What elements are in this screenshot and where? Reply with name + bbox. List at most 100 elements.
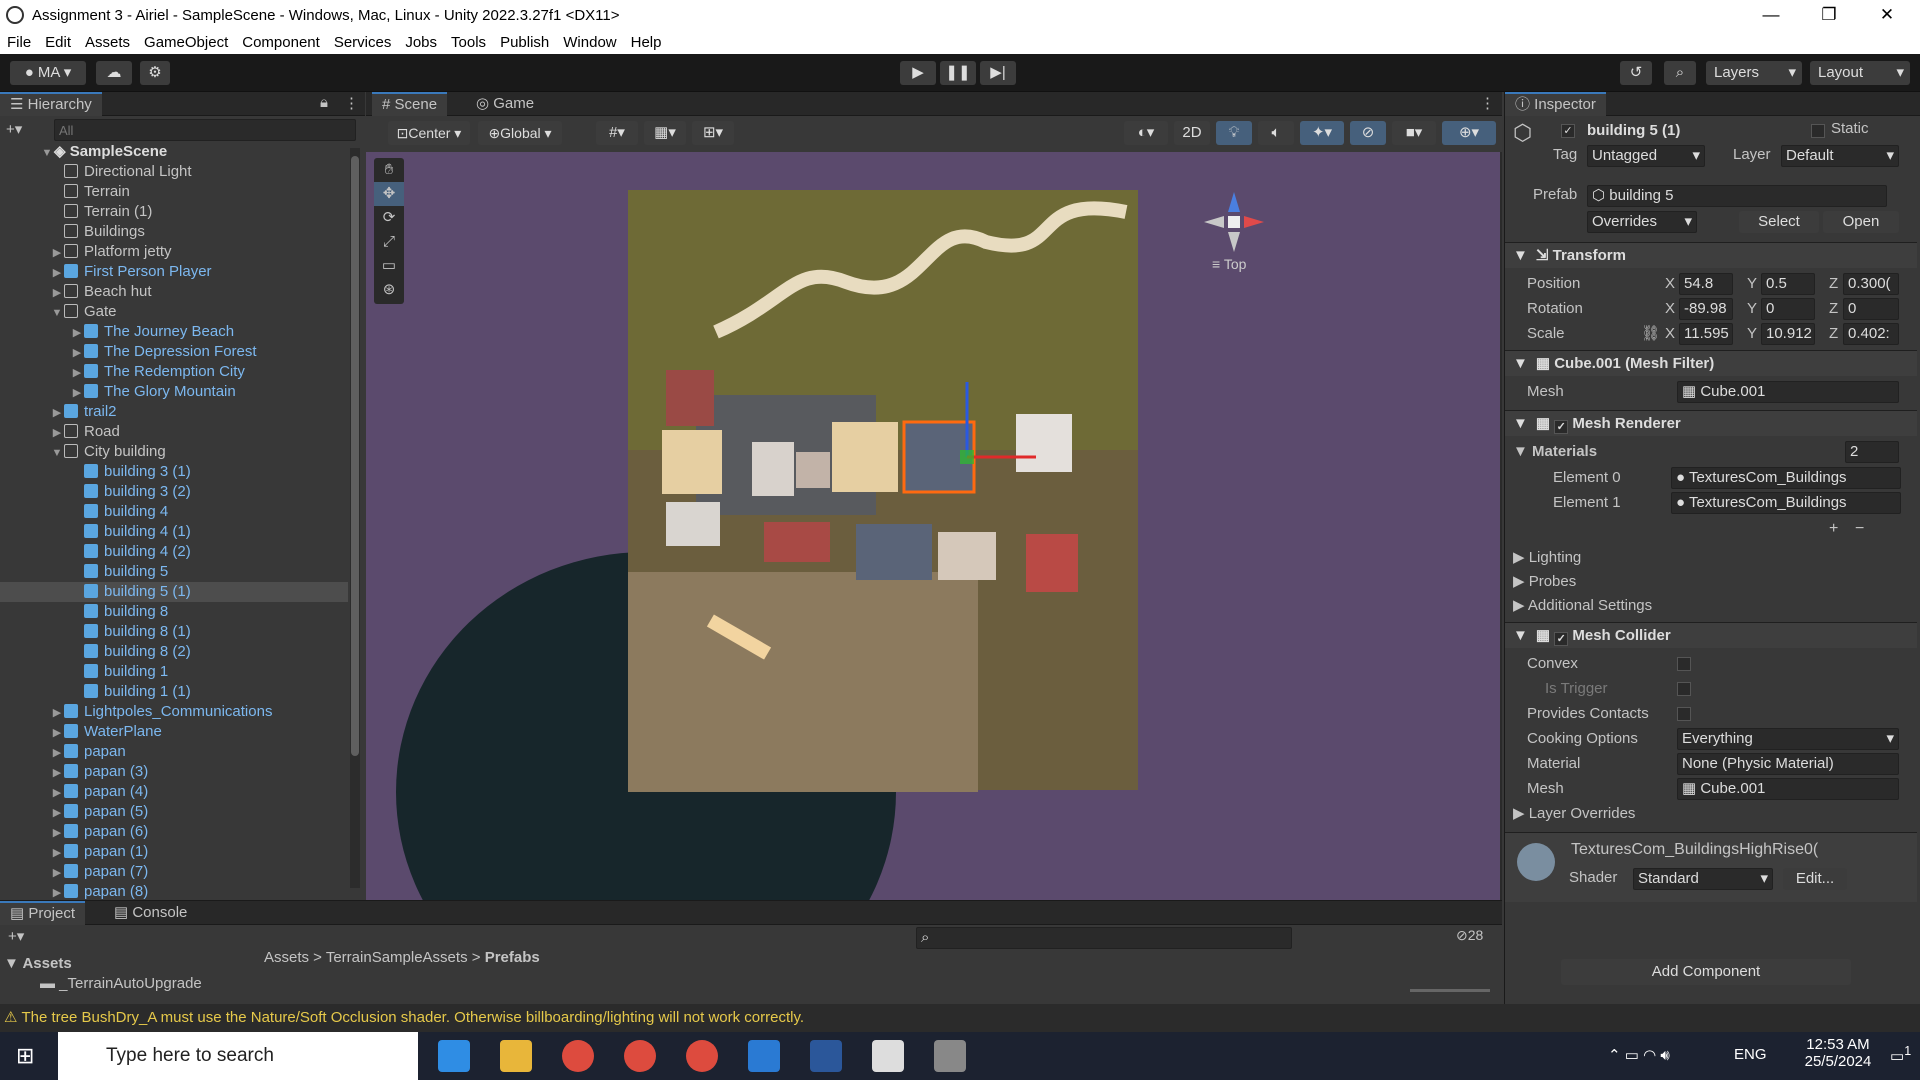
- convex-checkbox[interactable]: [1677, 657, 1691, 671]
- scene-root[interactable]: ▼ ◈ SampleScene: [0, 142, 348, 162]
- fold-arrow[interactable]: ▶: [70, 383, 84, 403]
- rect-tool-icon[interactable]: ▭: [374, 254, 404, 278]
- fold-arrow[interactable]: ▶: [50, 283, 64, 303]
- provides-contacts-checkbox[interactable]: [1677, 707, 1691, 721]
- shader-edit-button[interactable]: Edit...: [1783, 868, 1847, 890]
- lighting-icon[interactable]: 💡︎: [1216, 121, 1252, 145]
- account-button[interactable]: ● MA ▾: [10, 61, 86, 85]
- layer-dropdown[interactable]: Default ▾: [1781, 145, 1899, 167]
- fold-arrow[interactable]: ▼: [50, 443, 64, 463]
- hierarchy-item[interactable]: building 5 (1): [0, 582, 348, 602]
- tag-dropdown[interactable]: Untagged ▾: [1587, 145, 1705, 167]
- cloud-icon[interactable]: ☁: [96, 61, 132, 85]
- pivot-dropdown[interactable]: ⊡Center ▾: [388, 121, 470, 145]
- chrome-icon[interactable]: [562, 1040, 594, 1072]
- menu-edit[interactable]: Edit: [38, 34, 78, 51]
- menu-help[interactable]: Help: [624, 34, 669, 51]
- scale-z[interactable]: 0.402:: [1843, 323, 1899, 345]
- hierarchy-item[interactable]: ▼ City building: [0, 442, 348, 462]
- view-gizmo[interactable]: [1202, 190, 1266, 254]
- assets-tree-root[interactable]: ▼ Assets: [4, 955, 72, 972]
- hierarchy-item[interactable]: ▼ Gate: [0, 302, 348, 322]
- breadcrumb-terrain[interactable]: TerrainSampleAssets: [326, 949, 468, 966]
- breadcrumb-assets[interactable]: Assets: [264, 949, 309, 966]
- scene-viewport[interactable]: ≡ Top ✋︎ ✥ ⟳ ⤢ ▭ ⊛: [366, 152, 1500, 900]
- fold-arrow[interactable]: ▶: [50, 423, 64, 443]
- fold-arrow[interactable]: ▶: [50, 763, 64, 783]
- status-bar[interactable]: ⚠ The tree BushDry_A must use the Nature/…: [0, 1004, 1920, 1032]
- fold-arrow[interactable]: ▶: [50, 403, 64, 423]
- increment-snap-icon[interactable]: ⊞▾: [692, 121, 734, 145]
- hierarchy-item[interactable]: Directional Light: [0, 162, 348, 182]
- hierarchy-item[interactable]: ▶ papan: [0, 742, 348, 762]
- fold-arrow[interactable]: ▶: [50, 703, 64, 723]
- lock-icon[interactable]: 🔒︎: [320, 94, 328, 111]
- tab-hierarchy[interactable]: ☰ Hierarchy: [0, 92, 102, 116]
- hidden-count[interactable]: ⊘28: [1456, 927, 1483, 944]
- clock[interactable]: 12:53 AM 25/5/2024: [1790, 1036, 1886, 1070]
- hierarchy-item[interactable]: building 8 (2): [0, 642, 348, 662]
- camera-icon[interactable]: ■▾: [1392, 121, 1436, 145]
- grid-snap-icon[interactable]: #▾: [596, 121, 638, 145]
- tab-inspector[interactable]: ⓘ Inspector: [1505, 92, 1606, 116]
- mesh-collider-header[interactable]: ▼ ▦ ✓ Mesh Collider: [1505, 622, 1917, 648]
- active-checkbox[interactable]: ✓: [1561, 124, 1575, 138]
- collab-icon[interactable]: ⚙: [140, 61, 170, 85]
- shader-dropdown[interactable]: Standard ▾: [1633, 868, 1773, 890]
- pause-button[interactable]: ❚❚: [940, 61, 976, 85]
- more-icon[interactable]: ⋮: [344, 94, 359, 112]
- language-indicator[interactable]: ENG: [1734, 1046, 1767, 1063]
- material-element-0-field[interactable]: ● TexturesCom_Buildings: [1671, 467, 1901, 489]
- mesh-renderer-enabled-checkbox[interactable]: ✓: [1554, 420, 1569, 434]
- lighting-foldout[interactable]: ▶ Lighting: [1505, 546, 1917, 570]
- hierarchy-item[interactable]: ▶ papan (8): [0, 882, 348, 902]
- fold-arrow[interactable]: ▶: [50, 863, 64, 883]
- hidden-objects-icon[interactable]: ⊘: [1350, 121, 1386, 145]
- close-icon[interactable]: ✕: [1858, 0, 1916, 30]
- hierarchy-item[interactable]: building 4: [0, 502, 348, 522]
- hierarchy-item[interactable]: Terrain: [0, 182, 348, 202]
- view-label[interactable]: ≡ Top: [1212, 256, 1246, 272]
- fold-arrow[interactable]: ▶: [70, 323, 84, 343]
- hierarchy-item[interactable]: ▶ Lightpoles_Communications: [0, 702, 348, 722]
- prefab-open-button[interactable]: Open: [1823, 211, 1899, 233]
- constrain-proportions-icon[interactable]: ⛓: [1641, 322, 1660, 346]
- chrome-profile-icon[interactable]: [624, 1040, 656, 1072]
- menu-tools[interactable]: Tools: [444, 34, 493, 51]
- chrome-profile-2-icon[interactable]: [686, 1040, 718, 1072]
- restore-icon[interactable]: ❐: [1800, 0, 1858, 30]
- hierarchy-item[interactable]: Buildings: [0, 222, 348, 242]
- fold-arrow[interactable]: ▶: [70, 343, 84, 363]
- hierarchy-item[interactable]: ▶ The Redemption City: [0, 362, 348, 382]
- fold-arrow[interactable]: ▶: [50, 723, 64, 743]
- additional-settings-foldout[interactable]: ▶ Additional Settings: [1505, 594, 1917, 618]
- hierarchy-item[interactable]: Terrain (1): [0, 202, 348, 222]
- materials-row[interactable]: ▼ Materials 2: [1505, 440, 1917, 464]
- fold-arrow[interactable]: ▶: [70, 363, 84, 383]
- play-button[interactable]: ▶: [900, 61, 936, 85]
- hierarchy-scrollbar[interactable]: [350, 148, 360, 888]
- materials-count-field[interactable]: 2: [1845, 441, 1899, 463]
- hierarchy-item[interactable]: building 4 (2): [0, 542, 348, 562]
- unity-hub-icon[interactable]: [872, 1040, 904, 1072]
- menu-file[interactable]: File: [0, 34, 38, 51]
- grid-icon[interactable]: ▦▾: [644, 121, 686, 145]
- scrollbar-thumb[interactable]: [351, 156, 359, 756]
- toggle-2d-button[interactable]: 2D: [1174, 121, 1210, 145]
- effects-icon[interactable]: ✦▾: [1300, 121, 1344, 145]
- search-icon[interactable]: ⌕: [1664, 61, 1696, 85]
- word-icon[interactable]: [810, 1040, 842, 1072]
- layer-overrides-foldout[interactable]: ▶ Layer Overrides: [1505, 802, 1917, 826]
- hierarchy-item[interactable]: ▶ trail2: [0, 402, 348, 422]
- layout-dropdown[interactable]: Layout ▾: [1810, 61, 1910, 85]
- overrides-dropdown[interactable]: Overrides ▾: [1587, 211, 1697, 233]
- hierarchy-item[interactable]: ▶ First Person Player: [0, 262, 348, 282]
- hierarchy-item[interactable]: ▶ papan (6): [0, 822, 348, 842]
- vscode-icon[interactable]: [748, 1040, 780, 1072]
- mesh-renderer-header[interactable]: ▼ ▦ ✓ Mesh Renderer: [1505, 410, 1917, 436]
- hierarchy-item[interactable]: ▶ The Glory Mountain: [0, 382, 348, 402]
- hierarchy-item[interactable]: building 3 (1): [0, 462, 348, 482]
- menu-component[interactable]: Component: [235, 34, 327, 51]
- transform-header[interactable]: ▼ ⇲ Transform: [1505, 242, 1917, 268]
- position-x[interactable]: 54.8: [1679, 273, 1733, 295]
